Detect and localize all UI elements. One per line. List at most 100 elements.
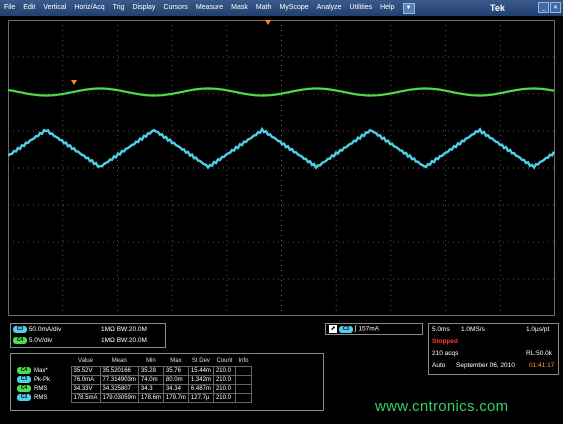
channel-3-coupling-group: 1MΩ BW:20.0M: [101, 326, 147, 333]
channel-3-scale: 50.0mA/div: [28, 326, 62, 334]
capture-time: 01:41:17: [529, 362, 555, 369]
measurement-max: 34.34: [162, 383, 189, 394]
menu-myscope[interactable]: MyScope: [275, 0, 312, 16]
measurements-body: C4 Max* 35.52V 35.520166 35.28 35.76 15.44m 210…: [15, 365, 252, 403]
measurement-mean: 34.325807: [99, 383, 139, 394]
header-value: Value: [78, 357, 93, 364]
channel-4-setting[interactable]: C4 5.0V/div: [13, 337, 52, 344]
menu-math[interactable]: Math: [252, 0, 276, 16]
close-button[interactable]: ✕: [550, 2, 561, 13]
trigger-level: 157mA: [358, 325, 379, 333]
measurement-count: 210.0: [212, 383, 236, 394]
menu-vertical[interactable]: Vertical: [39, 0, 70, 16]
measurement-value: 34.33V: [70, 383, 101, 394]
measurement-row[interactable]: C4 RMS 34.33V 34.325807 34.3 34.34 6.487m 210.0: [15, 383, 252, 394]
measurement-row[interactable]: C4 Max* 35.52V 35.520166 35.28 35.76 15.44m 210…: [15, 365, 252, 376]
measurement-label: C3 Pk-Pk: [15, 375, 71, 384]
measurement-min: 34.3: [137, 383, 164, 394]
measurement-row[interactable]: C3 RMS 178.5mA 179.03059m 178.6m 179.7m 127.7µ…: [15, 392, 252, 403]
measurement-info: [234, 365, 252, 376]
measurement-name: RMS: [34, 395, 48, 402]
measurement-info: [234, 383, 252, 394]
measurement-min: 74.0m: [137, 374, 164, 385]
measurement-min: 178.6m: [137, 392, 164, 403]
measurement-mean: 179.03059m: [99, 392, 139, 403]
acquisition-panel[interactable]: 5.0ms 1.0MS/s 1.0µs/pt Stopped 210 acqs …: [428, 323, 559, 375]
measurement-source-badge: C3: [17, 393, 31, 401]
channel-3-badge: C3: [13, 326, 27, 333]
acquisition-count: 210 acqs: [432, 350, 459, 357]
watermark-text: www.cntronics.com: [375, 398, 509, 415]
menu-file[interactable]: File: [0, 0, 19, 16]
trigger-position-marker[interactable]: [265, 20, 271, 25]
waveform-display[interactable]: [0, 16, 563, 320]
menu-edit[interactable]: Edit: [19, 0, 39, 16]
menu-measure[interactable]: Measure: [192, 0, 227, 16]
measurement-max: 80.0m: [162, 374, 189, 385]
channel-4-trace: [8, 87, 555, 97]
trigger-source-badge: C3: [338, 325, 353, 333]
measurement-label: C3 RMS: [15, 393, 71, 402]
measurement-count: 210.0: [212, 365, 236, 376]
trigger-readout: ⬈ C3 ∫ 157mA: [329, 325, 379, 333]
channel-3-setting[interactable]: C3 50.0mA/div: [13, 326, 61, 333]
menu-trig[interactable]: Trig: [109, 0, 129, 16]
measurement-stdev: 1.342m: [187, 374, 214, 385]
sample-rate: 1.0MS/s: [461, 326, 485, 333]
measurement-name: Max*: [34, 368, 48, 375]
minimize-button[interactable]: _: [538, 2, 549, 13]
channel-3-bandwidth: BW:20.0M: [116, 326, 147, 333]
measurement-value: 35.52V: [70, 365, 101, 376]
trigger-panel[interactable]: ⬈ C3 ∫ 157mA: [325, 323, 423, 335]
measurement-stdev: 15.44m: [187, 365, 214, 376]
menu-cursors[interactable]: Cursors: [159, 0, 192, 16]
measurement-value: 178.5mA: [70, 392, 101, 403]
menu-display[interactable]: Display: [128, 0, 159, 16]
channel-4-scale: 5.0V/div: [28, 337, 53, 345]
chevron-down-icon: ▼: [405, 5, 412, 11]
measurement-info: [234, 374, 252, 385]
minimize-icon: _: [541, 4, 546, 11]
rising-edge-icon: ⬈: [329, 325, 337, 333]
record-length: RL:50.0k: [526, 350, 553, 357]
measurement-max: 35.76: [162, 365, 189, 376]
measurement-max: 179.7m: [162, 392, 189, 403]
menu-analyze[interactable]: Analyze: [313, 0, 346, 16]
measurement-mean: 35.520166: [99, 365, 139, 376]
measurement-min: 35.28: [137, 365, 164, 376]
header-info: Info: [238, 357, 249, 364]
menu-utilities[interactable]: Utilities: [346, 0, 377, 16]
channel-4-coupling: 1MΩ: [101, 337, 115, 344]
header-mean: Mean: [111, 357, 127, 364]
measurement-stdev: 6.487m: [187, 383, 214, 394]
menu-mask[interactable]: Mask: [227, 0, 252, 16]
measurement-count: 210.0: [212, 374, 236, 385]
brand-logo: Tek: [490, 3, 505, 13]
measurement-source-badge: C3: [17, 375, 31, 383]
header-label-spacer: [15, 356, 71, 366]
measurement-row[interactable]: C3 Pk-Pk 76.0mA 77.314903m 74.0m 80.0m 1.342m 2…: [15, 374, 252, 385]
waveform-traces: [8, 20, 555, 170]
measurement-name: RMS: [34, 386, 48, 393]
measurement-source-badge: C4: [17, 366, 31, 374]
measurement-name: Pk-Pk: [34, 377, 51, 384]
measurement-stdev: 127.7µ: [187, 392, 214, 403]
measurement-source-badge: C4: [17, 384, 31, 392]
channel-4-badge: C4: [13, 337, 27, 344]
channel-3-trace: [8, 126, 555, 170]
horizontal-scale: 5.0ms: [432, 326, 450, 333]
measurement-count: 210.0: [212, 392, 236, 403]
measurement-value: 76.0mA: [70, 374, 101, 385]
time-resolution: 1.0µs/pt: [526, 326, 550, 333]
menu-help[interactable]: Help: [376, 0, 398, 16]
menu-dropdown-button[interactable]: ▼: [402, 2, 415, 14]
menu-horiz-acq[interactable]: Horiz/Acq: [70, 0, 108, 16]
measurements-header-row: Value Mean Min Max St Dev Count Info: [15, 356, 251, 366]
measurement-label: C4 Max*: [15, 366, 71, 375]
close-icon: ✕: [552, 5, 559, 11]
measurements-panel[interactable]: Value Mean Min Max St Dev Count Info C4 M…: [10, 353, 324, 411]
header-stdev: St Dev: [191, 357, 210, 364]
channel-settings-panel[interactable]: C3 50.0mA/div 1MΩ BW:20.0M C4 5.0V/div 1…: [10, 323, 166, 348]
trigger-level-marker[interactable]: [71, 80, 77, 85]
channel-4-bandwidth: BW:20.0M: [116, 337, 147, 344]
